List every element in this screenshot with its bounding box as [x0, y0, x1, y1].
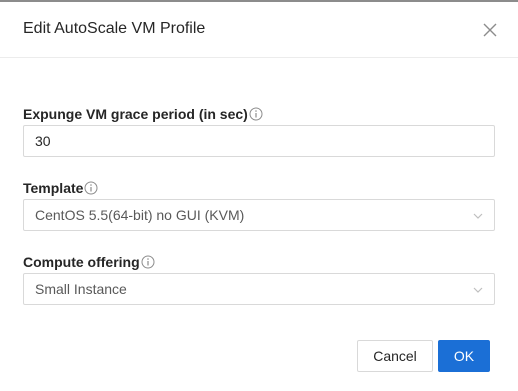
compute-offering-selected-value: Small Instance — [35, 281, 127, 297]
template-label: Template — [23, 180, 84, 196]
cancel-button[interactable]: Cancel — [357, 340, 433, 372]
expunge-grace-period-input[interactable]: 30 — [23, 125, 495, 157]
compute-offering-label: Compute offering — [23, 254, 140, 270]
expunge-label-row: Expunge VM grace period (in sec) — [23, 105, 263, 123]
info-circle-icon[interactable] — [84, 181, 98, 195]
edit-autoscale-vm-profile-dialog: Edit AutoScale VM Profile Expunge VM gra… — [0, 0, 518, 391]
template-selected-value: CentOS 5.5(64-bit) no GUI (KVM) — [35, 207, 245, 223]
expunge-label: Expunge VM grace period (in sec) — [23, 106, 248, 122]
compute-offering-label-row: Compute offering — [23, 253, 155, 271]
ok-button[interactable]: OK — [438, 340, 490, 372]
template-label-row: Template — [23, 179, 98, 197]
close-icon[interactable] — [480, 20, 500, 40]
info-circle-icon[interactable] — [141, 255, 155, 269]
dialog-header: Edit AutoScale VM Profile — [0, 2, 518, 58]
chevron-down-icon — [472, 284, 484, 296]
compute-offering-select[interactable]: Small Instance — [23, 273, 495, 305]
chevron-down-icon — [472, 210, 484, 222]
info-circle-icon[interactable] — [249, 107, 263, 121]
template-select[interactable]: CentOS 5.5(64-bit) no GUI (KVM) — [23, 199, 495, 231]
dialog-title: Edit AutoScale VM Profile — [23, 20, 206, 37]
